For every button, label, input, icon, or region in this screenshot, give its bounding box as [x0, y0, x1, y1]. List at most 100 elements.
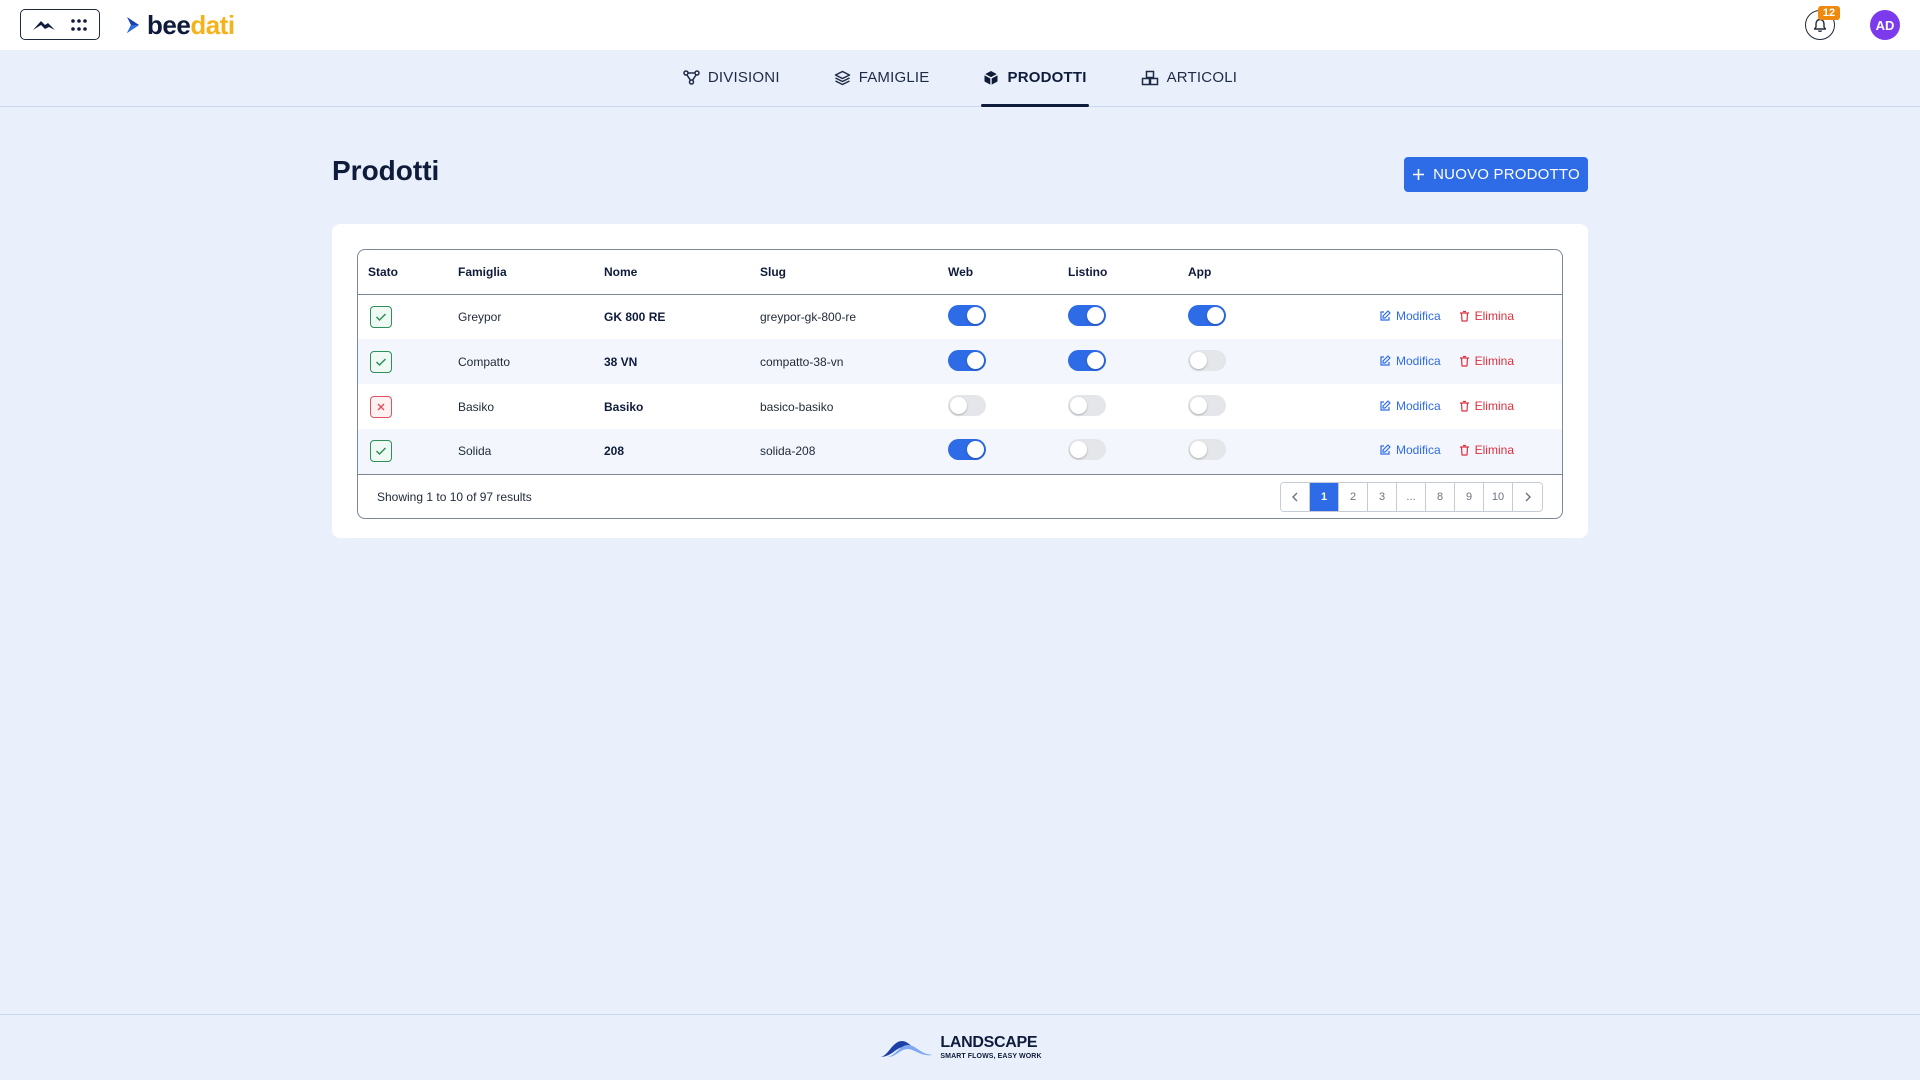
- status-inactive-badge: [370, 395, 392, 418]
- top-bar: beedati 12 AD: [0, 0, 1920, 50]
- new-product-button[interactable]: NUOVO PRODOTTO: [1404, 157, 1588, 192]
- delete-button[interactable]: Elimina: [1459, 309, 1514, 323]
- app-toggle[interactable]: [1188, 439, 1226, 461]
- cell-stato: [358, 339, 458, 384]
- plus-icon: [1413, 169, 1425, 180]
- page-button[interactable]: 10: [1484, 482, 1513, 511]
- landscape-logo: LANDSCAPE SMART FLOWS, EASY WORK: [878, 1035, 1042, 1061]
- column-header-listino[interactable]: Listino: [1068, 250, 1188, 295]
- page-button[interactable]: 8: [1426, 482, 1455, 511]
- toggle-knob: [1190, 351, 1207, 369]
- cell-listino: [1068, 294, 1188, 339]
- cell-app: [1188, 384, 1338, 429]
- listino-toggle[interactable]: [1068, 394, 1106, 416]
- delete-button[interactable]: Elimina: [1459, 443, 1514, 457]
- app-toggle[interactable]: [1188, 349, 1226, 371]
- tab-prodotti[interactable]: PRODOTTI: [981, 49, 1089, 107]
- column-header-stato[interactable]: Stato: [358, 250, 458, 295]
- table-row: Compatto 38 VN compatto-38-vn Modifica Elimi…: [358, 339, 1562, 384]
- cell-stato: [358, 429, 458, 475]
- listino-toggle[interactable]: [1068, 439, 1106, 461]
- delete-button[interactable]: Elimina: [1459, 399, 1514, 413]
- delete-label: Elimina: [1474, 398, 1514, 413]
- app-switcher-button[interactable]: [20, 9, 100, 40]
- column-header-nome[interactable]: Nome: [604, 250, 760, 295]
- cell-actions: Modifica Elimina: [1338, 294, 1562, 339]
- pagination-ellipsis: ...: [1397, 482, 1426, 511]
- chevron-right-icon: [1525, 492, 1531, 501]
- boxes-icon: [1141, 70, 1158, 85]
- edit-button[interactable]: Modifica: [1379, 309, 1441, 323]
- toggle-knob: [1190, 441, 1207, 459]
- column-header-famiglia[interactable]: Famiglia: [458, 250, 604, 295]
- tab-divisioni-label: DIVISIONI: [707, 69, 780, 86]
- delete-button[interactable]: Elimina: [1459, 354, 1514, 368]
- web-toggle[interactable]: [948, 394, 986, 416]
- column-header-app[interactable]: App: [1188, 250, 1338, 295]
- tab-articoli-label: ARTICOLI: [1166, 69, 1238, 86]
- cell-app: [1188, 294, 1338, 339]
- app-toggle[interactable]: [1188, 394, 1226, 416]
- prev-page-button[interactable]: [1281, 482, 1310, 511]
- web-toggle[interactable]: [948, 439, 986, 461]
- brand-logo[interactable]: beedati: [125, 11, 235, 39]
- delete-label: Elimina: [1474, 443, 1514, 458]
- cell-web: [948, 429, 1068, 475]
- edit-label: Modifica: [1395, 398, 1441, 413]
- cell-famiglia: Solida: [458, 429, 604, 475]
- edit-icon: [1380, 354, 1391, 366]
- results-summary: Showing 1 to 10 of 97 results: [377, 489, 532, 504]
- edit-button[interactable]: Modifica: [1379, 443, 1441, 457]
- app-toggle[interactable]: [1188, 304, 1226, 326]
- user-avatar[interactable]: AD: [1870, 10, 1900, 40]
- x-icon: [377, 402, 385, 411]
- toggle-knob: [1190, 396, 1207, 414]
- check-icon: [375, 313, 387, 321]
- toggle-knob: [950, 396, 967, 414]
- cell-slug: solida-208: [760, 429, 948, 475]
- web-toggle[interactable]: [948, 304, 986, 326]
- cell-app: [1188, 429, 1338, 475]
- box-icon: [984, 70, 999, 85]
- page-footer: LANDSCAPE SMART FLOWS, EASY WORK: [0, 1014, 1920, 1080]
- edit-button[interactable]: Modifica: [1379, 399, 1441, 413]
- column-header-slug[interactable]: Slug: [760, 250, 948, 295]
- toggle-knob: [1087, 306, 1104, 324]
- listino-toggle[interactable]: [1068, 349, 1106, 371]
- pagination: 1 2 3... 8 9 10: [1280, 481, 1543, 512]
- edit-icon: [1380, 310, 1391, 321]
- cell-web: [948, 384, 1068, 429]
- check-icon: [375, 447, 387, 456]
- cell-nome: 208: [604, 429, 760, 475]
- web-toggle[interactable]: [948, 349, 986, 371]
- notification-count-badge: 12: [1818, 6, 1840, 20]
- tab-prodotti-label: PRODOTTI: [1007, 69, 1087, 86]
- footer-tagline: SMART FLOWS, EASY WORK: [940, 1053, 1042, 1060]
- toggle-knob: [1087, 351, 1104, 369]
- column-header-web[interactable]: Web: [948, 250, 1068, 295]
- tab-famiglie[interactable]: FAMIGLIE: [832, 49, 932, 106]
- table-footer: Showing 1 to 10 of 97 results 1 2 3... 8 9 10: [358, 475, 1562, 519]
- table-row: Basiko Basiko basico-basiko Modifica Elimina: [358, 384, 1562, 429]
- grid-dots-icon: [71, 18, 87, 31]
- page-button[interactable]: 9: [1455, 482, 1484, 511]
- cell-slug: greypor-gk-800-re: [760, 309, 857, 324]
- page-button[interactable]: 3: [1368, 482, 1397, 511]
- cell-slug: compatto-38-vn: [760, 339, 948, 384]
- check-icon: [375, 357, 387, 366]
- new-product-label: NUOVO PRODOTTO: [1433, 166, 1580, 183]
- edit-button[interactable]: Modifica: [1379, 354, 1441, 368]
- products-card: Stato Famiglia Nome Slug Web Listino App…: [332, 224, 1588, 538]
- page-button[interactable]: 1: [1310, 482, 1339, 511]
- cell-web: [948, 339, 1068, 384]
- listino-toggle[interactable]: [1068, 304, 1106, 326]
- next-page-button[interactable]: [1513, 482, 1542, 511]
- toggle-knob: [1207, 306, 1224, 324]
- cell-listino: [1068, 384, 1188, 429]
- tab-articoli[interactable]: ARTICOLI: [1139, 49, 1240, 106]
- cell-slug: basico-basiko: [760, 399, 834, 414]
- tab-divisioni[interactable]: DIVISIONI: [681, 49, 782, 106]
- cell-nome: Basiko: [604, 399, 644, 414]
- page-button[interactable]: 2: [1339, 482, 1368, 511]
- trash-icon: [1459, 400, 1469, 412]
